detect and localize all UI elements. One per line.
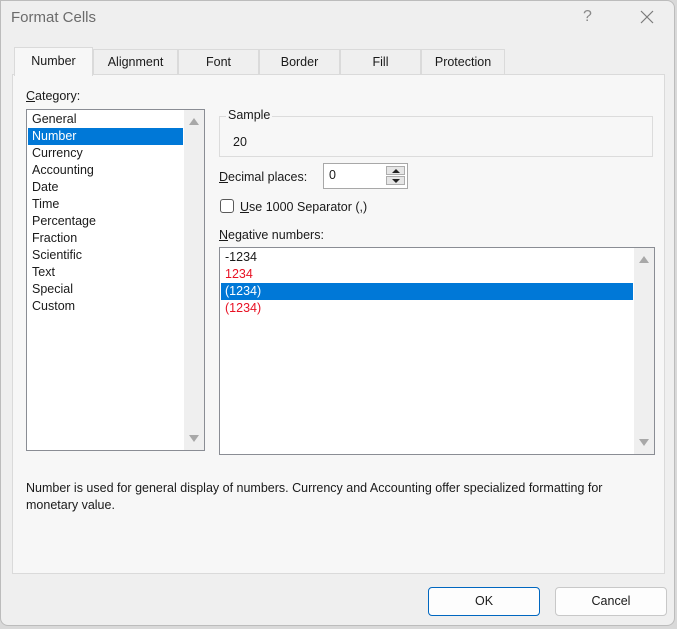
category-label-accel: C	[26, 89, 36, 103]
tab-alignment[interactable]: Alignment	[93, 49, 178, 74]
use-1000-separator-checkbox[interactable]	[220, 199, 234, 213]
category-item-fraction[interactable]: Fraction	[28, 230, 183, 247]
use-1000-separator-label[interactable]: Use 1000 Separator (,)	[240, 200, 367, 214]
format-description: Number is used for general display of nu…	[26, 481, 603, 512]
decimal-places-label: Decimal places:	[219, 170, 307, 184]
category-label-text: ategory:	[35, 89, 81, 103]
category-item-scientific[interactable]: Scientific	[28, 247, 183, 264]
negative-numbers-listbox[interactable]: -1234 1234 (1234) (1234)	[219, 247, 655, 455]
negative-numbers-text: egative numbers:	[228, 228, 324, 242]
dialog-title: Format Cells	[11, 9, 97, 26]
tab-border[interactable]: Border	[259, 49, 340, 74]
separator-text: se 1000 Separator (,)	[249, 200, 368, 214]
ok-button[interactable]: OK	[428, 587, 540, 616]
decimal-places-text: ecimal places:	[228, 170, 308, 184]
negative-numbers-scrollbar[interactable]	[634, 248, 654, 454]
increment-button[interactable]	[386, 166, 405, 175]
tab-font[interactable]: Font	[178, 49, 259, 74]
category-item-percentage[interactable]: Percentage	[28, 213, 183, 230]
sample-legend: Sample	[226, 108, 273, 122]
negative-format-option[interactable]: 1234	[221, 266, 633, 283]
category-item-time[interactable]: Time	[28, 196, 183, 213]
close-icon	[640, 10, 654, 24]
scroll-up-icon[interactable]	[639, 256, 649, 263]
negative-numbers-accel: N	[219, 228, 229, 242]
negative-format-option[interactable]: (1234)	[221, 283, 633, 300]
category-item-general[interactable]: General	[28, 111, 183, 128]
separator-accel: U	[240, 200, 250, 214]
decrement-button[interactable]	[386, 176, 405, 185]
arrow-up-icon	[392, 169, 400, 173]
scroll-down-icon[interactable]	[189, 435, 199, 442]
help-button[interactable]: ?	[583, 8, 592, 26]
decimal-places-accel: D	[219, 170, 229, 184]
scroll-down-icon[interactable]	[639, 439, 649, 446]
category-item-text[interactable]: Text	[28, 264, 183, 281]
number-tab-panel: Category: General Number Currency Accountin…	[12, 74, 665, 574]
category-item-special[interactable]: Special	[28, 281, 183, 298]
category-item-custom[interactable]: Custom	[28, 298, 183, 315]
category-label: Category:	[26, 89, 80, 103]
negative-format-option[interactable]: (1234)	[221, 300, 633, 317]
scroll-up-icon[interactable]	[189, 118, 199, 125]
tab-fill[interactable]: Fill	[340, 49, 421, 74]
sample-value: 20	[233, 135, 247, 149]
help-icon: ?	[583, 8, 592, 25]
category-item-number[interactable]: Number	[28, 128, 183, 145]
category-item-currency[interactable]: Currency	[28, 145, 183, 162]
tab-number[interactable]: Number	[14, 47, 93, 76]
negative-format-option[interactable]: -1234	[221, 249, 633, 266]
category-listbox[interactable]: General Number Currency Accounting Date Time P…	[26, 109, 205, 451]
arrow-down-icon	[392, 179, 400, 183]
format-cells-dialog: Format Cells ? Number Alignment Font Bor…	[0, 0, 675, 626]
close-button[interactable]	[637, 7, 657, 27]
tab-protection[interactable]: Protection	[421, 49, 505, 74]
category-item-accounting[interactable]: Accounting	[28, 162, 183, 179]
decimal-places-stepper[interactable]: 0	[323, 163, 408, 189]
cancel-button[interactable]: Cancel	[555, 587, 667, 616]
category-scrollbar[interactable]	[184, 110, 204, 450]
decimal-places-input[interactable]: 0	[329, 168, 336, 182]
sample-group: Sample 20	[219, 108, 653, 157]
category-item-date[interactable]: Date	[28, 179, 183, 196]
negative-numbers-label: Negative numbers:	[219, 228, 324, 242]
